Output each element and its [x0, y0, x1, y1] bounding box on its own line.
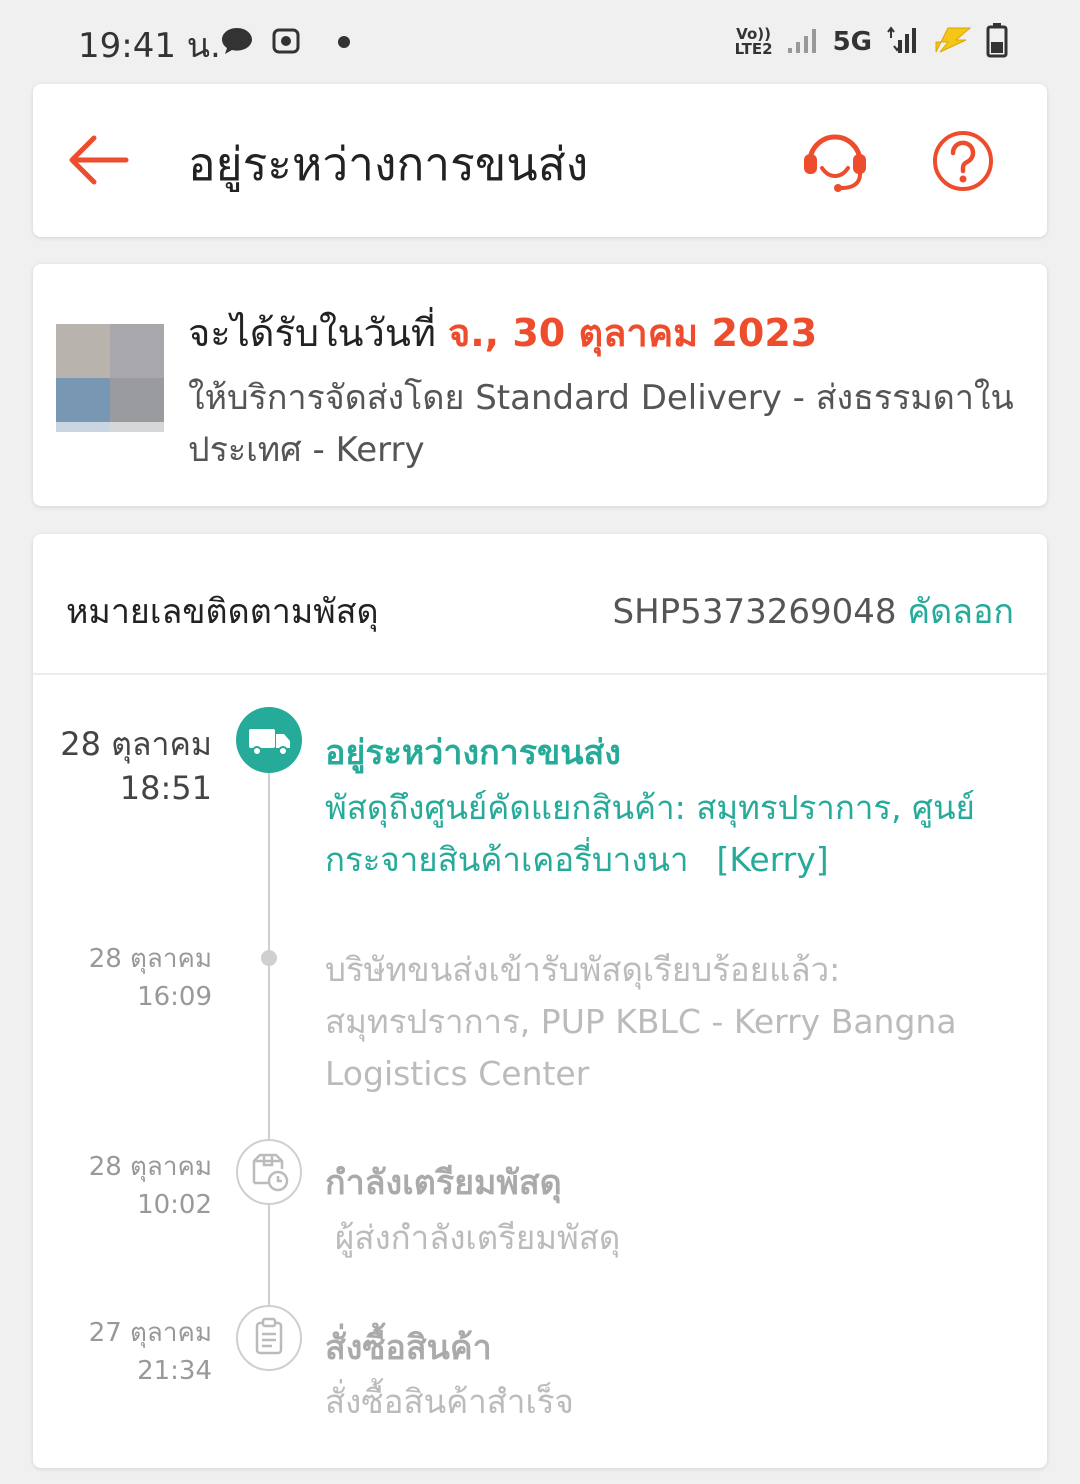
expected-delivery-prefix: จะได้รับในวันที่: [188, 311, 436, 355]
tracking-number: SHP5373269048 คัดลอก: [613, 584, 1014, 638]
event-node: [236, 1305, 302, 1371]
event-description: ผู้ส่งกำลังเตรียมพัสดุ: [335, 1218, 621, 1257]
tracking-number-label: หมายเลขติดตามพัสดุ: [66, 592, 379, 632]
network-type-label: 5G: [832, 27, 872, 57]
help-button[interactable]: [930, 128, 996, 198]
page-title: อยู่ระหว่างการขนส่ง: [188, 137, 589, 191]
notification-dot-icon: [338, 36, 350, 48]
truck-icon: [249, 729, 290, 756]
shipping-service: ให้บริการจัดส่งโดย Standard Delivery - ส…: [188, 378, 1014, 470]
event-node: [236, 1139, 302, 1205]
event-description: บริษัทขนส่งเข้ารับพัสดุเรียบร้อยแล้ว: สม…: [325, 950, 957, 1093]
package-clock-icon: [252, 1153, 289, 1192]
signal-weak-icon: [787, 26, 819, 58]
charging-bolt-icon: [934, 26, 972, 58]
event-node-active: [236, 707, 302, 773]
event-carrier: [Kerry]: [716, 840, 829, 879]
copy-tracking-button[interactable]: คัดลอก: [907, 592, 1014, 632]
event-title: อยู่ระหว่างการขนส่ง: [325, 733, 621, 773]
clipboard-icon: [255, 1317, 283, 1355]
event-title: กำลังเตรียมพัสดุ: [325, 1163, 562, 1203]
back-arrow-icon: [69, 135, 129, 185]
signal-strong-icon: [886, 26, 920, 58]
product-thumbnail: [54, 322, 164, 432]
event-title: สั่งซื้อสินค้า: [325, 1328, 492, 1368]
back-button[interactable]: [64, 128, 134, 196]
chat-notification-icon: [220, 26, 254, 60]
battery-icon: [986, 22, 1008, 62]
status-time: 19:41 น.: [78, 26, 221, 66]
event-datetime: 28 ตุลาคม 16:09: [88, 944, 212, 1012]
tracking-number-value: SHP5373269048: [612, 592, 897, 632]
support-chat-button[interactable]: [800, 128, 870, 198]
question-circle-icon: [933, 131, 993, 191]
headset-icon: [804, 134, 866, 192]
divider: [33, 673, 1047, 675]
event-datetime: 28 ตุลาคม 18:51: [60, 725, 212, 807]
event-description: สั่งซื้อสินค้าสำเร็จ: [325, 1382, 574, 1421]
screen-record-icon: [272, 28, 300, 58]
status-bar: 19:41 น. Vo)) LTE2 5G: [0, 0, 1080, 82]
event-datetime: 27 ตุลาคม 21:34: [88, 1318, 212, 1386]
event-description: พัสดุถึงศูนย์คัดแยกสินค้า: สมุทรปราการ, …: [325, 788, 975, 879]
expected-delivery: จะได้รับในวันที่ จ., 30 ตุลาคม 2023: [188, 302, 817, 363]
volte-icon: Vo)) LTE2: [734, 25, 773, 58]
timeline-line: [268, 773, 270, 1307]
event-node-dot: [261, 950, 277, 966]
event-datetime: 28 ตุลาคม 10:02: [88, 1152, 212, 1220]
expected-delivery-date: จ., 30 ตุลาคม 2023: [447, 311, 818, 355]
